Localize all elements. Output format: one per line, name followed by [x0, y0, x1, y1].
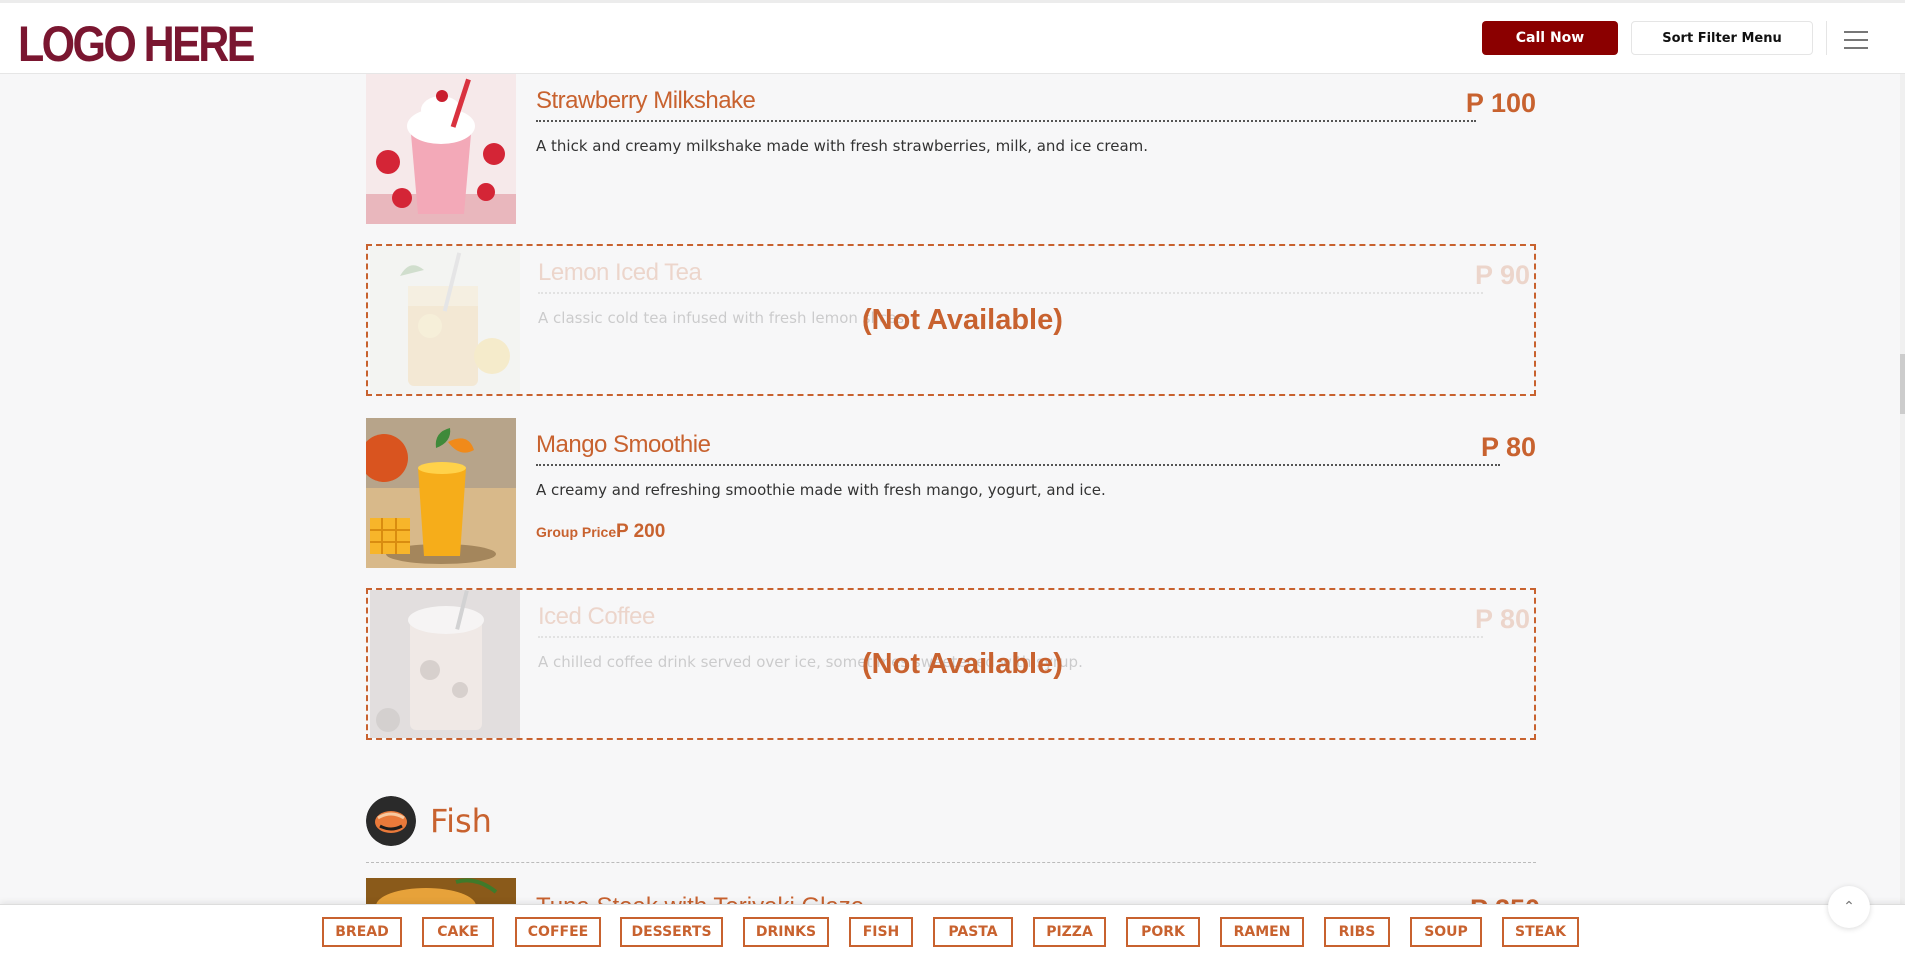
nav-pasta[interactable]: PASTA	[933, 917, 1013, 947]
nav-coffee[interactable]: COFFEE	[515, 917, 601, 947]
nav-pork[interactable]: PORK	[1126, 917, 1200, 947]
sort-filter-menu-button[interactable]: Sort Filter Menu	[1631, 21, 1813, 55]
nav-bread[interactable]: BREAD	[322, 917, 402, 947]
group-price-label: Group Price	[536, 524, 617, 540]
header-divider	[1826, 21, 1827, 55]
item-price: P 100	[1465, 88, 1536, 118]
call-now-button[interactable]: Call Now	[1482, 21, 1618, 55]
nav-drinks[interactable]: DRINKS	[743, 917, 829, 947]
item-description: A creamy and refreshing smoothie made wi…	[536, 481, 1106, 499]
nav-soup[interactable]: SOUP	[1410, 917, 1482, 947]
iced-coffee-image	[370, 590, 520, 738]
nav-pizza[interactable]: PIZZA	[1033, 917, 1106, 947]
item-name: Lemon Iced Tea	[538, 259, 702, 286]
logo[interactable]: LOGO HERE	[18, 19, 255, 69]
chevron-up-icon: ⌃	[1843, 899, 1855, 915]
bottom-category-nav: BREAD CAKE COFFEE DESSERTS DRINKS FISH P…	[0, 904, 1905, 954]
category-divider	[366, 862, 1536, 863]
menu-item-iced-coffee[interactable]: Iced Coffee P 80 A chilled coffee drink …	[366, 588, 1536, 740]
item-name: Strawberry Milkshake	[536, 87, 756, 114]
menu-item-lemon-iced-tea[interactable]: Lemon Iced Tea P 90 A classic cold tea i…	[366, 244, 1536, 396]
group-price-value: P 200	[616, 521, 666, 542]
mango-smoothie-image	[366, 418, 516, 568]
leader-dots	[538, 292, 1483, 294]
leader-dots	[538, 636, 1483, 638]
leader-dots	[536, 464, 1500, 466]
nav-desserts[interactable]: DESSERTS	[620, 917, 723, 947]
hamburger-menu-icon[interactable]	[1844, 31, 1868, 49]
item-description: A classic cold tea infused with fresh le…	[538, 309, 909, 327]
not-available-label: (Not Available)	[862, 304, 1063, 336]
scrollbar-thumb[interactable]	[1900, 354, 1905, 414]
item-price: P 80	[1480, 432, 1536, 462]
menu-item-strawberry-milkshake[interactable]: Strawberry Milkshake P 100 A thick and c…	[366, 74, 1536, 226]
nav-ramen[interactable]: RAMEN	[1220, 917, 1304, 947]
item-price: P 80	[1474, 604, 1530, 634]
category-title: Fish	[430, 802, 492, 840]
strawberry-milkshake-image	[366, 74, 516, 224]
item-description: A thick and creamy milkshake made with f…	[536, 137, 1149, 155]
item-name: Mango Smoothie	[536, 431, 711, 458]
nav-cake[interactable]: CAKE	[422, 917, 494, 947]
item-name: Iced Coffee	[538, 603, 655, 630]
item-price: P 90	[1474, 260, 1530, 290]
leader-dots	[536, 120, 1476, 122]
nav-steak[interactable]: STEAK	[1502, 917, 1579, 947]
lemon-iced-tea-image	[370, 246, 520, 394]
nav-ribs[interactable]: RIBS	[1324, 917, 1390, 947]
menu-item-mango-smoothie[interactable]: Mango Smoothie P 80 A creamy and refresh…	[366, 418, 1536, 570]
page-scrollbar[interactable]	[1900, 74, 1905, 904]
not-available-label: (Not Available)	[862, 648, 1063, 680]
scroll-to-top-button[interactable]: ⌃	[1828, 886, 1870, 928]
nav-fish[interactable]: FISH	[849, 917, 913, 947]
top-header: LOGO HERE Call Now Sort Filter Menu	[0, 0, 1905, 74]
fish-category-icon	[366, 796, 416, 846]
